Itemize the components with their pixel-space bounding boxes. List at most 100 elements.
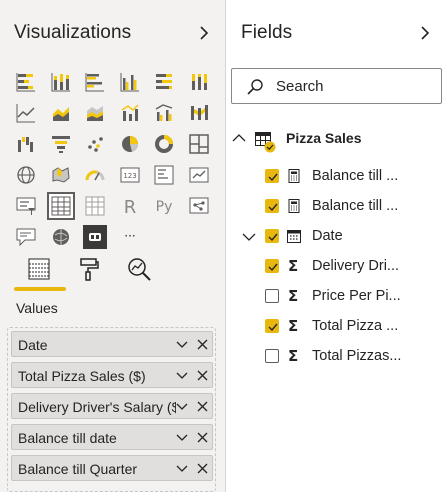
field-label: Balance till ... bbox=[312, 198, 399, 214]
chevron-down-icon[interactable] bbox=[175, 369, 189, 383]
field-row[interactable]: Σ Total Pizzas... bbox=[226, 345, 447, 369]
fields-well-icon bbox=[28, 258, 50, 280]
close-icon[interactable] bbox=[196, 400, 209, 413]
line-chart-icon[interactable] bbox=[9, 97, 44, 128]
checkbox[interactable] bbox=[265, 259, 279, 273]
analytics-tab[interactable] bbox=[122, 252, 156, 286]
checked-badge-icon bbox=[264, 141, 276, 153]
stacked-column-chart-icon[interactable] bbox=[44, 66, 79, 97]
well-item-balance-till-quarter[interactable]: Balance till Quarter bbox=[11, 455, 213, 481]
sigma-icon: Σ bbox=[288, 257, 299, 275]
clustered-bar-chart-icon[interactable] bbox=[78, 66, 113, 97]
waterfall-chart-icon[interactable] bbox=[9, 128, 44, 159]
field-label: Delivery Dri... bbox=[312, 258, 400, 274]
donut-chart-icon[interactable] bbox=[147, 128, 182, 159]
chevron-up-icon[interactable] bbox=[232, 133, 246, 143]
card-icon[interactable]: 123 bbox=[113, 159, 148, 190]
collapse-visualizations-chevron-icon[interactable] bbox=[195, 24, 213, 42]
r-visual-icon[interactable]: R bbox=[113, 190, 148, 221]
fields-tab[interactable] bbox=[22, 252, 56, 286]
collapse-fields-chevron-icon[interactable] bbox=[416, 24, 434, 42]
checkbox[interactable] bbox=[265, 229, 279, 243]
stacked-bar-chart-icon[interactable] bbox=[9, 66, 44, 97]
field-label: Date bbox=[312, 228, 343, 244]
well-item-balance-till-date[interactable]: Balance till date bbox=[11, 424, 213, 450]
line-and-stacked-column-chart-icon[interactable] bbox=[113, 97, 148, 128]
kpi-icon[interactable] bbox=[182, 159, 217, 190]
sigma-icon: Σ bbox=[288, 347, 299, 365]
more-visuals-icon[interactable]: ··· bbox=[113, 221, 148, 252]
field-row[interactable]: Σ Total Pizza ... bbox=[226, 315, 447, 339]
chevron-down-icon[interactable] bbox=[242, 233, 256, 242]
values-well[interactable]: Date Total Pizza Sales ($) Delivery Driv… bbox=[7, 327, 216, 492]
ribbon-chart-icon[interactable] bbox=[182, 97, 217, 128]
r-visual-label: R bbox=[123, 197, 136, 218]
calculator-icon bbox=[288, 199, 300, 213]
key-influencers-icon[interactable] bbox=[182, 190, 217, 221]
well-item-label: Date bbox=[18, 337, 48, 353]
values-label: Values bbox=[16, 300, 58, 316]
filled-map-icon[interactable] bbox=[44, 159, 79, 190]
gauge-icon[interactable] bbox=[78, 159, 113, 190]
check-icon bbox=[268, 263, 278, 272]
matrix-icon[interactable] bbox=[78, 190, 113, 221]
qa-visual-icon[interactable] bbox=[9, 221, 44, 252]
map-icon[interactable] bbox=[9, 159, 44, 190]
field-row[interactable]: Balance till ... bbox=[226, 195, 447, 219]
well-item-total-pizza-sales[interactable]: Total Pizza Sales ($) bbox=[11, 362, 213, 388]
close-icon[interactable] bbox=[196, 431, 209, 444]
calendar-icon bbox=[287, 230, 301, 243]
chevron-down-icon[interactable] bbox=[175, 431, 189, 445]
fields-title: Fields bbox=[241, 22, 293, 43]
well-item-delivery-driver-salary[interactable]: Delivery Driver's Salary ($) bbox=[11, 393, 213, 419]
check-icon bbox=[268, 233, 278, 242]
well-item-label: Balance till date bbox=[18, 430, 117, 446]
field-row[interactable]: Balance till ... bbox=[226, 165, 447, 189]
treemap-icon[interactable] bbox=[182, 128, 217, 159]
format-tab[interactable] bbox=[72, 252, 106, 286]
close-icon[interactable] bbox=[196, 462, 209, 475]
field-row[interactable]: Σ Price Per Pi... bbox=[226, 285, 447, 309]
close-icon[interactable] bbox=[196, 338, 209, 351]
check-icon bbox=[268, 173, 278, 182]
field-row[interactable]: Σ Delivery Dri... bbox=[226, 255, 447, 279]
field-row-date[interactable]: Date bbox=[226, 225, 447, 249]
chevron-down-icon[interactable] bbox=[175, 462, 189, 476]
table-visual-icon[interactable] bbox=[44, 190, 79, 221]
checkbox[interactable] bbox=[265, 349, 279, 363]
scatter-chart-icon[interactable] bbox=[78, 128, 113, 159]
check-icon bbox=[268, 203, 278, 212]
chevron-down-icon[interactable] bbox=[175, 400, 189, 414]
100-stacked-bar-chart-icon[interactable] bbox=[147, 66, 182, 97]
table-pizza-sales[interactable]: Pizza Sales bbox=[226, 127, 447, 153]
python-visual-icon[interactable]: Py bbox=[147, 190, 182, 221]
build-tabs bbox=[14, 252, 174, 292]
svg-text:123: 123 bbox=[123, 172, 136, 180]
checkbox[interactable] bbox=[265, 169, 279, 183]
close-icon[interactable] bbox=[196, 369, 209, 382]
table-name: Pizza Sales bbox=[286, 130, 362, 146]
clustered-column-chart-icon[interactable] bbox=[113, 66, 148, 97]
checkbox[interactable] bbox=[265, 289, 279, 303]
pie-chart-icon[interactable] bbox=[113, 128, 148, 159]
custom-visual-icon[interactable] bbox=[78, 221, 113, 252]
area-chart-icon[interactable] bbox=[44, 97, 79, 128]
sigma-icon: Σ bbox=[288, 287, 299, 305]
checkbox[interactable] bbox=[265, 199, 279, 213]
python-visual-label: Py bbox=[156, 199, 173, 215]
more-visuals-label: ··· bbox=[124, 229, 135, 243]
multi-row-card-icon[interactable] bbox=[147, 159, 182, 190]
chevron-down-icon[interactable] bbox=[175, 338, 189, 352]
paint-roller-icon bbox=[80, 258, 99, 281]
search-input[interactable] bbox=[276, 78, 436, 95]
funnel-chart-icon[interactable] bbox=[44, 128, 79, 159]
well-item-date[interactable]: Date bbox=[11, 331, 213, 357]
search-box[interactable] bbox=[231, 68, 442, 104]
100-stacked-column-chart-icon[interactable] bbox=[182, 66, 217, 97]
field-label: Total Pizza ... bbox=[312, 318, 399, 334]
line-and-clustered-column-chart-icon[interactable] bbox=[147, 97, 182, 128]
checkbox[interactable] bbox=[265, 319, 279, 333]
arcgis-map-icon[interactable] bbox=[44, 221, 79, 252]
slicer-icon[interactable] bbox=[9, 190, 44, 221]
stacked-area-chart-icon[interactable] bbox=[78, 97, 113, 128]
